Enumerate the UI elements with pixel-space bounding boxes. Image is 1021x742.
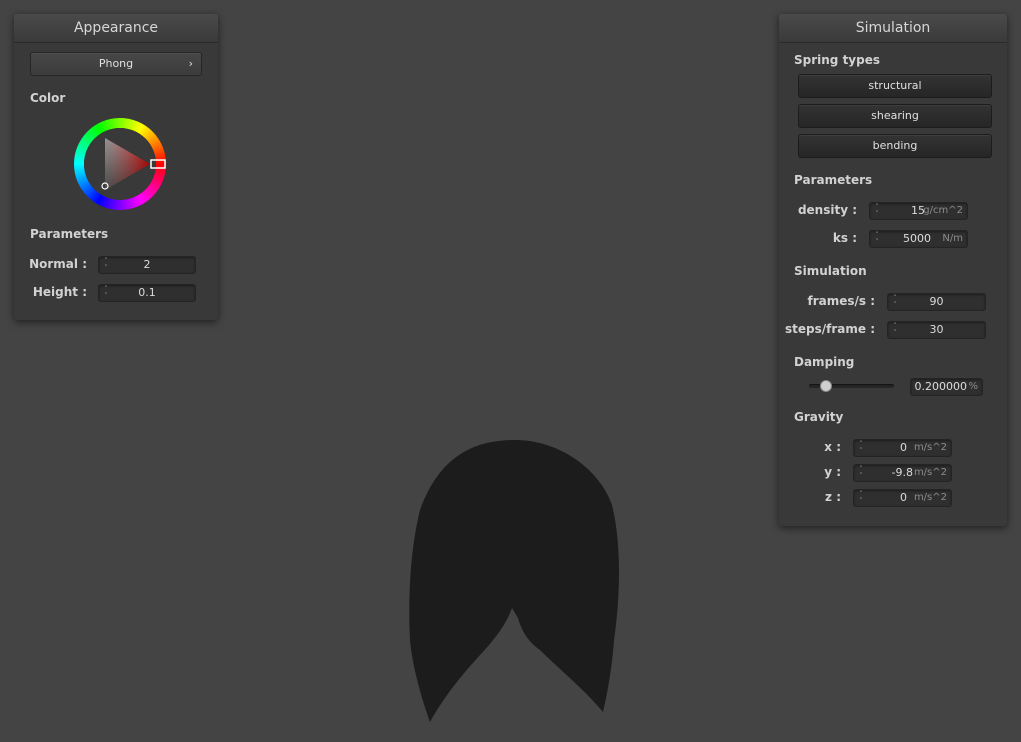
appearance-title: Appearance: [14, 14, 218, 43]
gravity-z-label: z :: [825, 490, 841, 504]
appearance-panel: Appearance Phong › Color Parameters Norm…: [14, 14, 218, 320]
gravity-z-unit: m/s^2: [913, 492, 947, 503]
ks-input[interactable]: ˄ ˅ 5000 N/m: [869, 230, 968, 248]
chevron-right-icon: ›: [188, 57, 193, 70]
ks-label: ks :: [832, 231, 857, 245]
damping-value: 0.200000: [914, 380, 968, 393]
simulation-title: Simulation: [779, 14, 1007, 43]
gravity-y-unit: m/s^2: [913, 467, 947, 478]
damping-input[interactable]: 0.200000 %: [910, 378, 983, 396]
gravity-y-input[interactable]: ˄ ˅ -9.8 m/s^2: [853, 464, 952, 482]
height-label: Height :: [32, 285, 87, 299]
steps-label: steps/frame :: [785, 322, 875, 336]
gravity-y-label: y :: [824, 465, 841, 479]
steps-value: 30: [929, 323, 944, 336]
shader-dropdown-label: Phong: [98, 57, 134, 70]
gravity-x-unit: m/s^2: [913, 442, 947, 453]
spinner-arrows-icon[interactable]: ˄ ˅: [856, 491, 866, 505]
normal-label: Normal :: [29, 257, 87, 271]
structural-toggle[interactable]: structural: [798, 74, 992, 98]
ks-value: 5000: [903, 232, 931, 245]
gravity-x-input[interactable]: ˄ ˅ 0 m/s^2: [853, 439, 952, 457]
gravity-x-label: x :: [824, 440, 841, 454]
fps-input[interactable]: ˄ ˅ 90: [887, 293, 986, 311]
damping-slider-knob[interactable]: [820, 380, 832, 392]
spinner-arrows-icon[interactable]: ˄ ˅: [856, 466, 866, 480]
density-input[interactable]: ˄ ˅ 15 g/cm^2: [869, 202, 968, 220]
normal-input[interactable]: ˄ ˅ 2: [98, 256, 196, 274]
fps-label: frames/s :: [807, 294, 875, 308]
spinner-arrows-icon[interactable]: ˄ ˅: [872, 232, 882, 246]
gravity-y-value: -9.8: [891, 466, 913, 479]
spring-types-label: Spring types: [794, 53, 881, 67]
simulation-section-label: Simulation: [794, 264, 867, 278]
normal-value: 2: [143, 258, 151, 271]
appearance-parameters-label: Parameters: [30, 227, 109, 241]
density-unit: g/cm^2: [923, 205, 963, 216]
height-input[interactable]: ˄ ˅ 0.1: [98, 284, 196, 302]
ks-unit: N/m: [942, 233, 963, 244]
shearing-toggle[interactable]: shearing: [798, 104, 992, 128]
fps-value: 90: [929, 295, 944, 308]
density-label: density :: [797, 203, 857, 217]
gravity-z-value: 0: [900, 491, 907, 504]
damping-unit: %: [968, 381, 978, 392]
color-label: Color: [30, 91, 66, 105]
color-wheel[interactable]: [72, 116, 168, 212]
spinner-arrows-icon[interactable]: ˄ ˅: [872, 204, 882, 218]
gravity-x-value: 0: [900, 441, 907, 454]
steps-input[interactable]: ˄ ˅ 30: [887, 321, 986, 339]
shader-dropdown[interactable]: Phong ›: [30, 52, 202, 76]
simulation-panel: Simulation Spring types structural shear…: [779, 14, 1007, 526]
bending-toggle[interactable]: bending: [798, 134, 992, 158]
damping-label: Damping: [794, 355, 855, 369]
height-value: 0.1: [138, 286, 156, 299]
sim-parameters-label: Parameters: [794, 173, 873, 187]
gravity-z-input[interactable]: ˄ ˅ 0 m/s^2: [853, 489, 952, 507]
gravity-label: Gravity: [794, 410, 844, 424]
spinner-arrows-icon[interactable]: ˄ ˅: [856, 441, 866, 455]
cloth-shape: [409, 440, 619, 722]
